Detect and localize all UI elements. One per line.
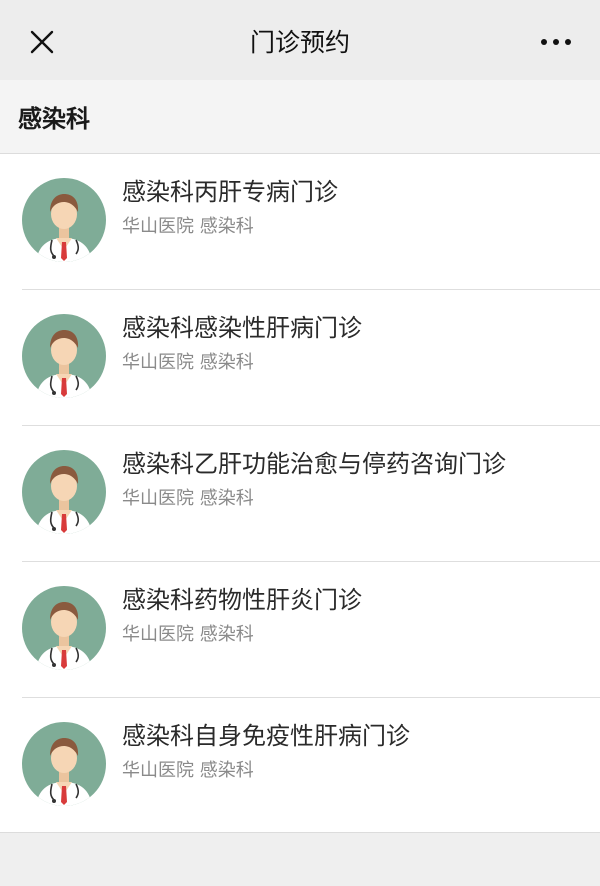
clinic-name: 感染科药物性肝炎门诊	[122, 586, 362, 614]
hospital-name: 华山医院	[122, 352, 194, 373]
doctor-avatar-icon	[22, 586, 106, 670]
clinic-list-item[interactable]: 感染科乙肝功能治愈与停药咨询门诊 华山医院 感染科	[0, 426, 600, 562]
clinic-name: 感染科感染性肝病门诊	[122, 314, 362, 342]
clinic-name: 感染科乙肝功能治愈与停药咨询门诊	[122, 450, 506, 478]
clinic-meta: 华山医院 感染科	[122, 620, 254, 646]
clinic-name: 感染科自身免疫性肝病门诊	[122, 722, 410, 750]
clinic-list-item[interactable]: 感染科药物性肝炎门诊 华山医院 感染科	[0, 562, 600, 698]
doctor-avatar-icon	[22, 722, 106, 806]
hospital-name: 华山医院	[122, 624, 194, 645]
page-title: 门诊预约	[249, 28, 350, 57]
clinic-meta: 华山医院 感染科	[122, 484, 254, 510]
hospital-name: 华山医院	[122, 216, 194, 237]
clinic-list-item[interactable]: 感染科自身免疫性肝病门诊 华山医院 感染科	[0, 698, 600, 834]
clinic-meta: 华山医院 感染科	[122, 756, 254, 782]
department-name: 感染科	[199, 624, 254, 645]
clinic-list-item[interactable]: 感染科感染性肝病门诊 华山医院 感染科	[0, 290, 600, 426]
department-name: 感染科	[199, 352, 254, 373]
clinic-meta: 华山医院 感染科	[122, 348, 254, 374]
clinic-name: 感染科丙肝专病门诊	[122, 178, 338, 206]
hospital-name: 华山医院	[122, 488, 194, 509]
more-options-icon[interactable]	[534, 22, 578, 62]
top-navigation-bar: 门诊预约	[0, 0, 600, 80]
clinic-list-item[interactable]: 感染科丙肝专病门诊 华山医院 感染科	[0, 154, 600, 290]
department-section-header: 感染科	[0, 80, 600, 154]
department-name: 感染科	[199, 488, 254, 509]
clinic-meta: 华山医院 感染科	[122, 212, 254, 238]
clinic-list: 感染科丙肝专病门诊 华山医院 感染科 感染科感染性肝病门诊 华山医院 感染科 感…	[0, 154, 600, 833]
department-name: 感染科	[199, 216, 254, 237]
hospital-name: 华山医院	[122, 760, 194, 781]
department-name: 感染科	[199, 760, 254, 781]
doctor-avatar-icon	[22, 178, 106, 262]
doctor-avatar-icon	[22, 450, 106, 534]
close-icon[interactable]	[22, 22, 62, 62]
department-title: 感染科	[18, 105, 90, 133]
doctor-avatar-icon	[22, 314, 106, 398]
